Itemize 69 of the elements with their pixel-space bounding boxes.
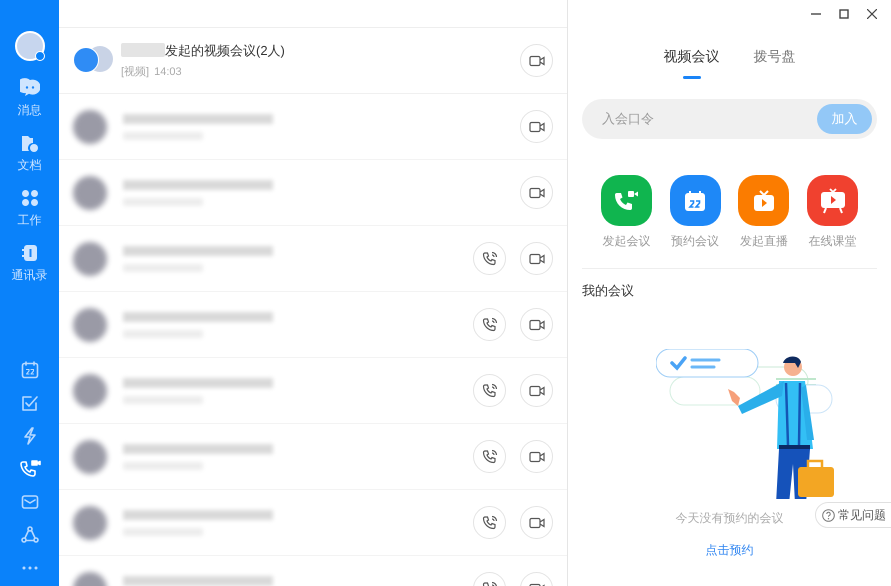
section-title: 我的会议	[582, 282, 635, 300]
camera-icon	[528, 516, 544, 528]
camera-icon	[528, 252, 544, 264]
voice-call-button[interactable]	[473, 506, 506, 539]
phone-icon	[482, 514, 498, 530]
sidebar-nav-item[interactable]: 工作	[18, 181, 42, 236]
video-call-button[interactable]	[520, 308, 553, 341]
apps-icon	[20, 188, 40, 208]
sidebar-nav-item[interactable]: 消息	[18, 71, 42, 126]
help-button[interactable]: 常见问题	[815, 502, 891, 528]
voice-call-button[interactable]	[473, 242, 506, 275]
tv-icon	[752, 188, 776, 212]
voice-call-button[interactable]	[473, 440, 506, 473]
message-time: 14:03	[154, 65, 182, 80]
phone-icon	[482, 250, 498, 266]
blurred-avatar	[73, 110, 107, 144]
blurred-avatar	[73, 374, 107, 408]
close-icon[interactable]	[867, 9, 877, 19]
voice-call-button[interactable]	[473, 308, 506, 341]
message-tag: [视频]	[121, 64, 150, 80]
meeting-action-button[interactable]: 发起会议	[600, 175, 652, 250]
camera-icon	[528, 450, 544, 462]
calendar-icon	[683, 188, 708, 212]
video-call-button[interactable]	[520, 242, 553, 275]
join-button[interactable]: 加入	[817, 104, 872, 134]
meeting-action-button[interactable]: 在线课堂	[807, 175, 858, 250]
blurred-avatar	[73, 242, 107, 276]
meeting-action-button[interactable]: 预约会议	[670, 175, 721, 250]
phone-icon	[482, 448, 498, 464]
video-call-button[interactable]	[520, 440, 553, 473]
phone-icon	[482, 382, 498, 398]
tab[interactable]: 拨号盘	[754, 46, 796, 79]
help-icon	[822, 508, 835, 522]
tab[interactable]: 视频会议	[664, 46, 720, 79]
contacts-icon	[20, 243, 40, 263]
folder-icon	[20, 133, 40, 153]
sidebar-nav-item[interactable]: 通讯录	[12, 236, 48, 291]
camera-icon	[528, 186, 544, 198]
voice-call-button[interactable]	[473, 374, 506, 407]
sidebar-nav-item[interactable]: 文档	[18, 126, 42, 181]
blurred-name	[121, 43, 165, 58]
blurred-avatar	[73, 440, 107, 474]
meeting-action-button[interactable]: 发起直播	[738, 175, 790, 250]
blurred-avatar	[73, 308, 107, 342]
video-call-button[interactable]	[520, 176, 553, 209]
blurred-avatar	[73, 176, 107, 210]
avatar	[73, 46, 99, 72]
blurred-avatar	[73, 506, 107, 540]
video-call-button[interactable]	[520, 374, 553, 407]
chat-icon	[20, 78, 40, 98]
calendar-icon	[20, 360, 40, 380]
video-call-button[interactable]	[520, 506, 553, 539]
empty-message: 今天没有预约的会议	[676, 510, 784, 526]
video-call-button[interactable]	[520, 110, 553, 143]
chat-title: 发起的视频会议(2人)	[165, 42, 285, 60]
presentation-board-icon	[818, 188, 847, 214]
meeting-code-field[interactable]: 入会口令 加入	[582, 99, 877, 139]
user-avatar[interactable]	[14, 31, 44, 61]
camera-icon	[528, 318, 544, 330]
camera-icon	[528, 120, 544, 132]
phone-camera-icon	[18, 458, 40, 478]
camera-icon	[528, 384, 544, 396]
camera-icon	[528, 54, 544, 66]
maximize-icon[interactable]	[839, 9, 849, 19]
video-call-button[interactable]	[520, 44, 553, 77]
network-icon	[20, 524, 40, 544]
schedule-link[interactable]: 点击预约	[706, 540, 754, 558]
more-icon	[20, 564, 38, 570]
phone-icon	[482, 316, 498, 332]
